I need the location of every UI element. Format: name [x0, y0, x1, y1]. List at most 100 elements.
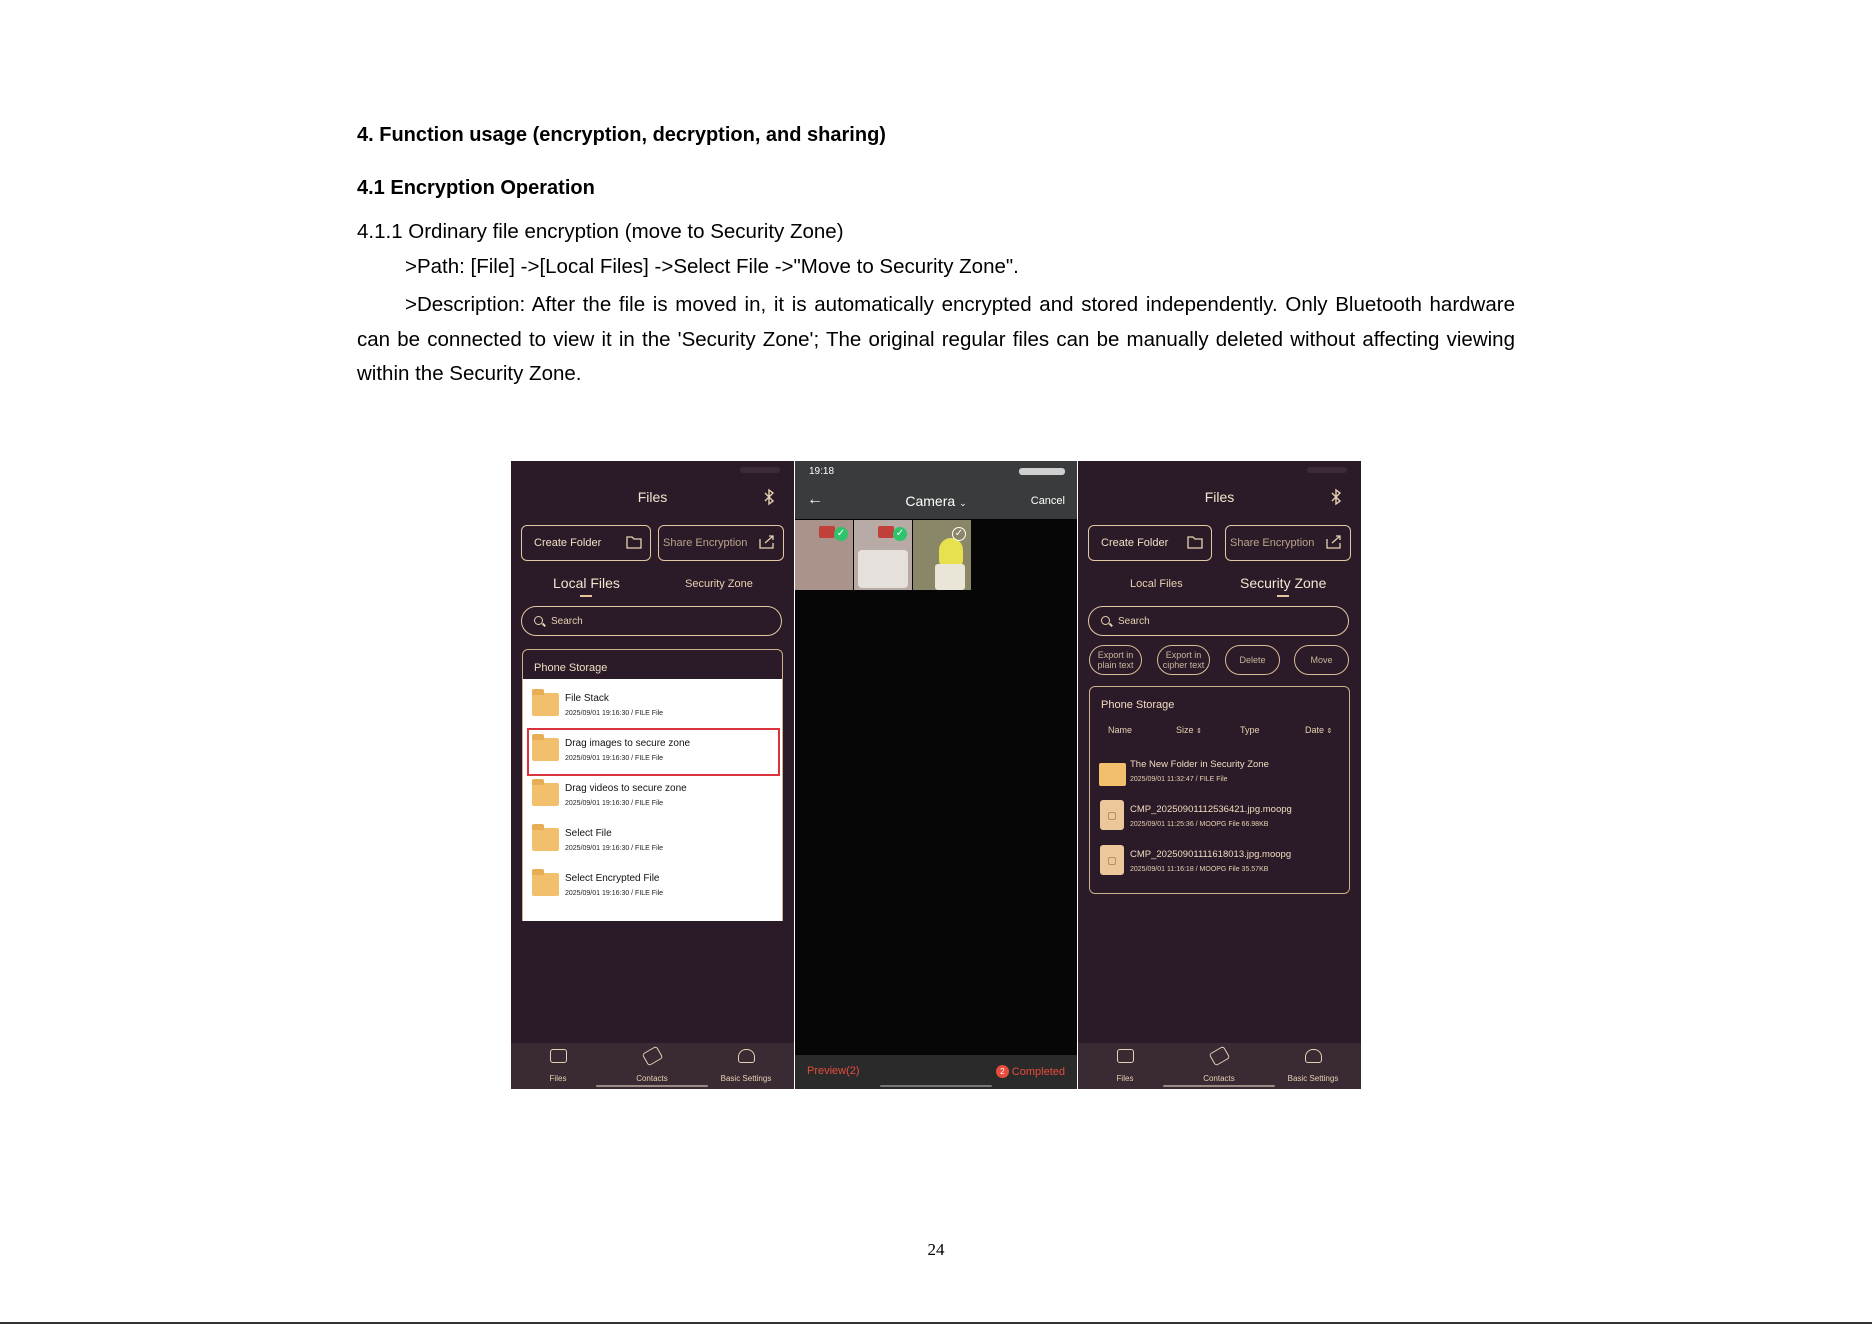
file-name: The New Folder in Security Zone: [1130, 759, 1269, 770]
phone-storage-panel: Phone Storage File Stack 2025/09/01 19:1…: [522, 649, 783, 921]
folder-icon: [626, 536, 642, 549]
move-button[interactable]: Move: [1294, 645, 1349, 675]
preview-button[interactable]: Preview(2): [807, 1065, 860, 1077]
list-item[interactable]: Select File 2025/09/01 19:16:30 / FILE F…: [523, 814, 782, 859]
nav-label: Basic Settings: [1287, 1074, 1339, 1083]
cancel-button[interactable]: Cancel: [1031, 495, 1065, 507]
column-header-size-label: Size: [1176, 725, 1194, 735]
search-input[interactable]: Search: [1088, 606, 1349, 636]
bluetooth-icon[interactable]: [762, 488, 776, 506]
completed-label: Completed: [1011, 1066, 1065, 1078]
folder-icon: [532, 869, 559, 896]
home-indicator: [880, 1085, 992, 1087]
status-bar: [511, 461, 794, 479]
create-folder-label: Create Folder: [534, 537, 602, 549]
key-icon: [641, 1045, 664, 1067]
list-item[interactable]: CMP_20250901112536421.jpg.moopg 2025/09/…: [1090, 800, 1349, 849]
file-meta: 2025/09/01 11:32:47 / FILE File: [1130, 776, 1228, 783]
list-item[interactable]: Select Encrypted File 2025/09/01 19:16:3…: [523, 859, 782, 904]
file-list: File Stack 2025/09/01 19:16:30 / FILE Fi…: [523, 679, 782, 921]
sort-icon: ⇕: [1326, 728, 1333, 735]
create-folder-label: Create Folder: [1101, 537, 1169, 549]
column-header-date[interactable]: Date ⇕: [1305, 725, 1332, 735]
thumbnail-content: [819, 526, 835, 538]
nav-label: Contacts: [1203, 1074, 1235, 1083]
search-icon: [1101, 616, 1110, 625]
tab-local-files[interactable]: Local Files: [1130, 578, 1183, 590]
screen-title: Files: [1204, 489, 1235, 505]
subsubsection-heading: 4.1.1 Ordinary file encryption (move to …: [357, 220, 844, 243]
search-placeholder: Search: [1118, 616, 1150, 627]
home-indicator: [1163, 1085, 1275, 1087]
file-name: Select File: [565, 828, 612, 839]
column-header-name[interactable]: Name: [1108, 725, 1132, 735]
camera-footer: Preview(2) 2 Completed: [795, 1055, 1077, 1089]
nav-contacts[interactable]: Contacts: [605, 1043, 699, 1089]
search-icon: [534, 616, 543, 625]
create-folder-button[interactable]: Create Folder: [1088, 525, 1212, 561]
list-item[interactable]: File Stack 2025/09/01 19:16:30 / FILE Fi…: [523, 679, 782, 724]
file-meta: 2025/09/01 19:16:30 / FILE File: [565, 710, 664, 717]
create-folder-button[interactable]: Create Folder: [521, 525, 651, 561]
folder-icon: [532, 689, 559, 716]
nav-settings[interactable]: Basic Settings: [1266, 1043, 1360, 1089]
status-icons: [1019, 468, 1065, 475]
share-icon: [1326, 535, 1341, 549]
column-header-type[interactable]: Type: [1240, 725, 1260, 735]
list-item[interactable]: The New Folder in Security Zone 2025/09/…: [1090, 759, 1349, 804]
encrypted-file-icon: [1100, 845, 1124, 875]
delete-button[interactable]: Delete: [1225, 645, 1280, 675]
share-encryption-button[interactable]: Share Encryption: [1225, 525, 1351, 561]
chevron-down-icon: ⌄: [959, 498, 967, 508]
export-cipher-button[interactable]: Export in cipher text: [1157, 645, 1210, 675]
completed-button[interactable]: 2 Completed: [995, 1065, 1065, 1078]
status-icons: [740, 467, 780, 473]
search-input[interactable]: Search: [521, 606, 782, 636]
subsection-heading: 4.1 Encryption Operation: [357, 177, 595, 199]
storage-title: Phone Storage: [534, 662, 608, 674]
folder-icon: [550, 1049, 567, 1063]
tab-security-zone[interactable]: Security Zone: [685, 578, 753, 590]
photo-thumbnail[interactable]: ✓: [854, 520, 912, 590]
bluetooth-icon[interactable]: [1329, 488, 1343, 506]
user-icon: [738, 1049, 755, 1063]
list-item[interactable]: CMP_20250901111618013.jpg.moopg 2025/09/…: [1090, 845, 1349, 894]
tab-local-files[interactable]: Local Files: [553, 575, 620, 597]
share-encryption-label: Share Encryption: [663, 537, 748, 549]
folder-icon: [1117, 1049, 1134, 1063]
file-meta: 2025/09/01 19:16:30 / FILE File: [565, 845, 664, 852]
unchecked-circle-icon[interactable]: ✓: [952, 527, 966, 541]
encrypted-file-icon: [1100, 800, 1124, 830]
camera-header: 19:18 ← Camera ⌄ Cancel: [795, 461, 1077, 519]
column-header-size[interactable]: Size ⇕: [1176, 725, 1202, 735]
bottom-nav: Files Contacts Basic Settings: [1078, 1043, 1361, 1089]
file-name: Drag videos to secure zone: [565, 783, 687, 794]
storage-title: Phone Storage: [1101, 699, 1175, 711]
nav-label: Files: [549, 1074, 567, 1083]
user-icon: [1305, 1049, 1322, 1063]
description-paragraph: >Description: After the file is moved in…: [357, 293, 1515, 385]
share-encryption-button[interactable]: Share Encryption: [658, 525, 784, 561]
tab-security-zone[interactable]: Security Zone: [1240, 575, 1326, 597]
photo-thumbnail[interactable]: ✓: [795, 520, 853, 590]
nav-files[interactable]: Files: [511, 1043, 605, 1089]
status-time: 19:18: [809, 466, 835, 477]
home-indicator: [596, 1085, 708, 1087]
check-icon[interactable]: ✓: [834, 527, 848, 541]
nav-files[interactable]: Files: [1078, 1043, 1172, 1089]
security-zone-screenshot: Files Create Folder Share Encryption Loc…: [1078, 461, 1361, 1089]
nav-settings[interactable]: Basic Settings: [699, 1043, 793, 1089]
search-placeholder: Search: [551, 616, 583, 627]
thumbnail-content: [935, 564, 965, 590]
folder-icon: [532, 824, 559, 851]
sort-icon: ⇕: [1196, 728, 1202, 735]
nav-contacts[interactable]: Contacts: [1172, 1043, 1266, 1089]
check-icon[interactable]: ✓: [893, 527, 907, 541]
file-name: Select Encrypted File: [565, 873, 660, 884]
file-meta: 2025/09/01 19:16:30 / FILE File: [565, 890, 664, 897]
album-title-label: Camera: [905, 493, 956, 509]
export-plain-button[interactable]: Export in plain text: [1089, 645, 1142, 675]
photo-thumbnail[interactable]: ✓: [913, 520, 971, 590]
page-number: 24: [927, 1240, 945, 1259]
folder-icon: [1187, 536, 1203, 549]
